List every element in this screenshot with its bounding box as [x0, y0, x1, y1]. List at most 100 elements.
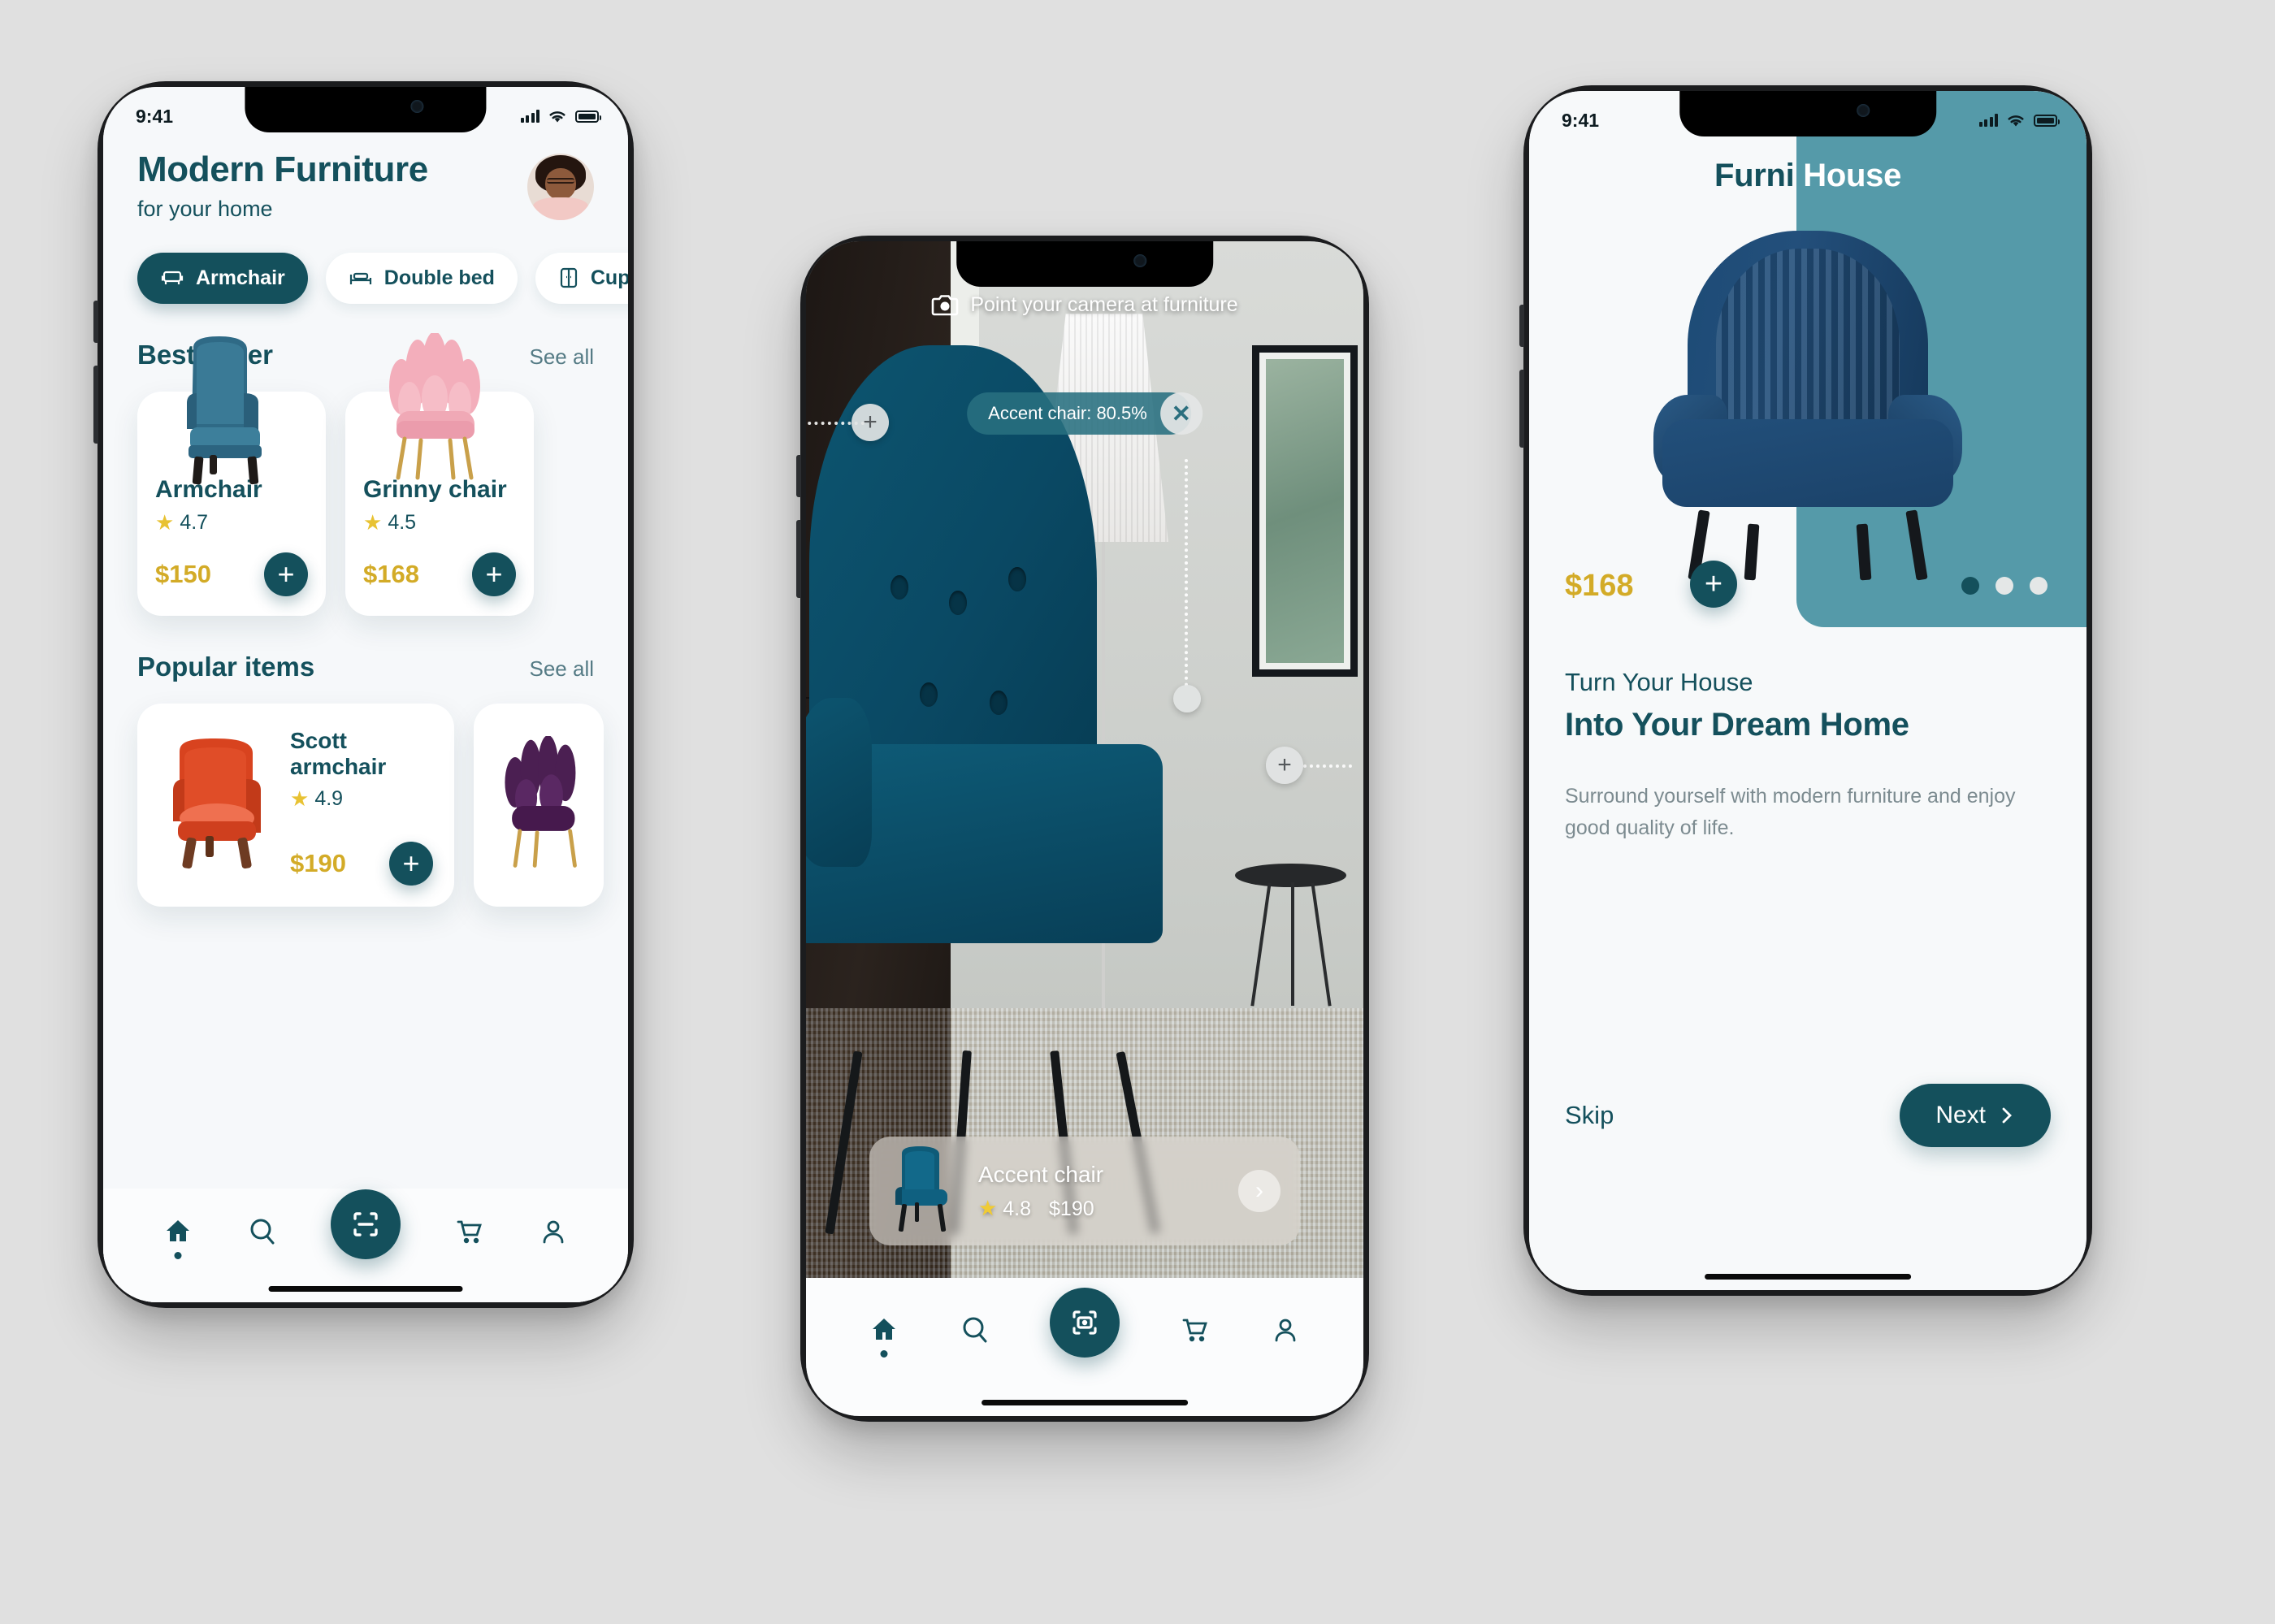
active-indicator	[174, 1252, 182, 1259]
product-rating: ★ 4.5	[363, 511, 516, 535]
cart-icon	[457, 1220, 482, 1244]
star-icon: ★	[155, 510, 175, 535]
category-chip-double-bed[interactable]: Double bed	[325, 252, 518, 304]
ar-product-card[interactable]: Accent chair ★ 4.8 $190 ›	[869, 1137, 1300, 1245]
wifi-icon	[549, 110, 566, 122]
profile-icon	[1275, 1319, 1296, 1342]
search-icon	[963, 1317, 987, 1343]
add-to-cart-button[interactable]: +	[472, 552, 516, 596]
add-to-cart-button[interactable]: +	[264, 552, 308, 596]
tracker-dot-handle[interactable]	[1173, 685, 1201, 712]
armchair-icon	[161, 271, 184, 285]
phone-home: 9:41 Modern Furniture for your home Armc…	[93, 81, 634, 1308]
category-chip-cupboard[interactable]: Cupboard	[535, 252, 628, 304]
category-chips: Armchair Double bed Cupboard	[103, 222, 628, 304]
product-price: $150	[155, 559, 211, 588]
popular-list: Scott armchair ★ 4.9 $190 +	[103, 682, 628, 907]
home-indicator	[268, 1286, 463, 1292]
grinny-chair-image	[389, 332, 480, 480]
carousel-dots[interactable]	[1961, 577, 2048, 595]
carousel-dot[interactable]	[2030, 577, 2048, 595]
nav-item-cart[interactable]	[1178, 1314, 1211, 1346]
side-table-object	[1235, 863, 1347, 1007]
next-product-button[interactable]: ›	[1238, 1170, 1280, 1212]
rating-value: 4.9	[314, 786, 344, 810]
nav-item-cart[interactable]	[453, 1215, 485, 1248]
see-all-link[interactable]: See all	[530, 344, 595, 370]
product-card[interactable]: Armchair ★ 4.7 $150 +	[137, 336, 326, 616]
see-all-link[interactable]: See all	[530, 656, 595, 682]
product-rating: ★ 4.7	[155, 511, 308, 535]
home-indicator	[982, 1400, 1188, 1405]
brand-first: Furni	[1714, 158, 1795, 193]
accent-chair-thumb	[895, 1146, 947, 1232]
nav-item-profile[interactable]	[1269, 1314, 1302, 1346]
rating-value: 4.5	[388, 510, 417, 534]
nav-item-home[interactable]	[868, 1314, 900, 1358]
front-camera	[1133, 254, 1146, 267]
ar-product-rating: 4.8	[1003, 1197, 1032, 1220]
product-price: $190	[290, 848, 346, 877]
close-icon[interactable]: ✕	[1159, 392, 1202, 435]
onboarding-actions: Skip Next	[1565, 1084, 2051, 1147]
notch	[956, 241, 1213, 287]
ar-product-price: $190	[1049, 1197, 1094, 1220]
home-screen: 9:41 Modern Furniture for your home Armc…	[103, 87, 628, 1302]
avatar[interactable]	[527, 154, 594, 220]
bottom-nav	[806, 1278, 1363, 1416]
active-indicator	[880, 1350, 888, 1358]
home-icon	[873, 1319, 895, 1340]
paragraph-text: Surround yourself with modern furniture …	[1565, 785, 2016, 839]
tracker-handle-right[interactable]: +	[1266, 747, 1303, 784]
next-label: Next	[1935, 1102, 1986, 1128]
product-name: Scott armchair	[290, 727, 387, 779]
bed-icon	[349, 272, 371, 285]
product-card[interactable]	[474, 703, 604, 907]
scan-icon	[353, 1212, 378, 1236]
add-to-cart-button[interactable]: +	[389, 841, 433, 886]
hero-price: $168	[1565, 569, 1634, 603]
status-time: 9:41	[1562, 109, 1600, 131]
next-button[interactable]: Next	[1900, 1084, 2051, 1147]
onboarding-copy: Turn Your House Into Your Dream Home Sur…	[1565, 668, 2051, 844]
best-seller-list: Armchair ★ 4.7 $150 + Grinny chair ★ 4.5…	[103, 332, 628, 616]
carousel-dot[interactable]	[1996, 577, 2013, 595]
ar-placed-chair[interactable]	[806, 344, 1164, 1236]
skip-button[interactable]: Skip	[1565, 1101, 1614, 1130]
brand-second: House	[1803, 158, 1902, 193]
nav-item-home[interactable]	[162, 1215, 194, 1259]
battery-icon	[2034, 114, 2060, 127]
product-rating: ★ 4.9	[290, 787, 433, 811]
nav-item-search[interactable]	[246, 1215, 279, 1248]
product-card[interactable]: Grinny chair ★ 4.5 $168 +	[345, 332, 534, 616]
category-chip-armchair[interactable]: Armchair	[137, 252, 308, 304]
nav-item-scan[interactable]	[331, 1189, 401, 1259]
cart-icon	[1182, 1319, 1207, 1342]
cellular-bars-icon	[1978, 114, 1998, 127]
nav-item-profile[interactable]	[537, 1215, 570, 1248]
front-camera	[1856, 104, 1870, 117]
ar-hint-text: Point your camera at furniture	[970, 292, 1238, 316]
nav-item-search[interactable]	[959, 1314, 991, 1346]
category-label: Armchair	[196, 266, 285, 289]
tracker-handle-left[interactable]: +	[852, 404, 889, 441]
notch	[245, 87, 487, 132]
category-label: Double bed	[384, 266, 495, 289]
nav-item-camera-scan[interactable]	[1050, 1288, 1120, 1358]
product-card[interactable]: Scott armchair ★ 4.9 $190 +	[137, 703, 454, 907]
status-time: 9:41	[136, 105, 174, 127]
cupboard-icon	[560, 267, 577, 288]
add-to-cart-button[interactable]: +	[1690, 561, 1737, 608]
carousel-dot-active[interactable]	[1961, 577, 1979, 595]
camera-icon	[932, 295, 959, 316]
phone-onboarding: Furni House 9:41 $168 + Turn Your House …	[1519, 85, 2092, 1296]
tracker-line-vertical	[1185, 459, 1188, 686]
rating-value: 4.7	[180, 510, 209, 534]
detection-pill: Accent chair: 80.5% ✕	[967, 392, 1202, 435]
camera-scan-icon	[1072, 1310, 1097, 1335]
detection-label: Accent chair: 80.5%	[967, 392, 1191, 435]
popular-header: Popular items See all	[103, 616, 628, 682]
search-icon	[250, 1219, 275, 1245]
wifi-icon	[2008, 115, 2024, 126]
ar-screen: Point your camera at furniture Accent ch…	[806, 241, 1363, 1416]
